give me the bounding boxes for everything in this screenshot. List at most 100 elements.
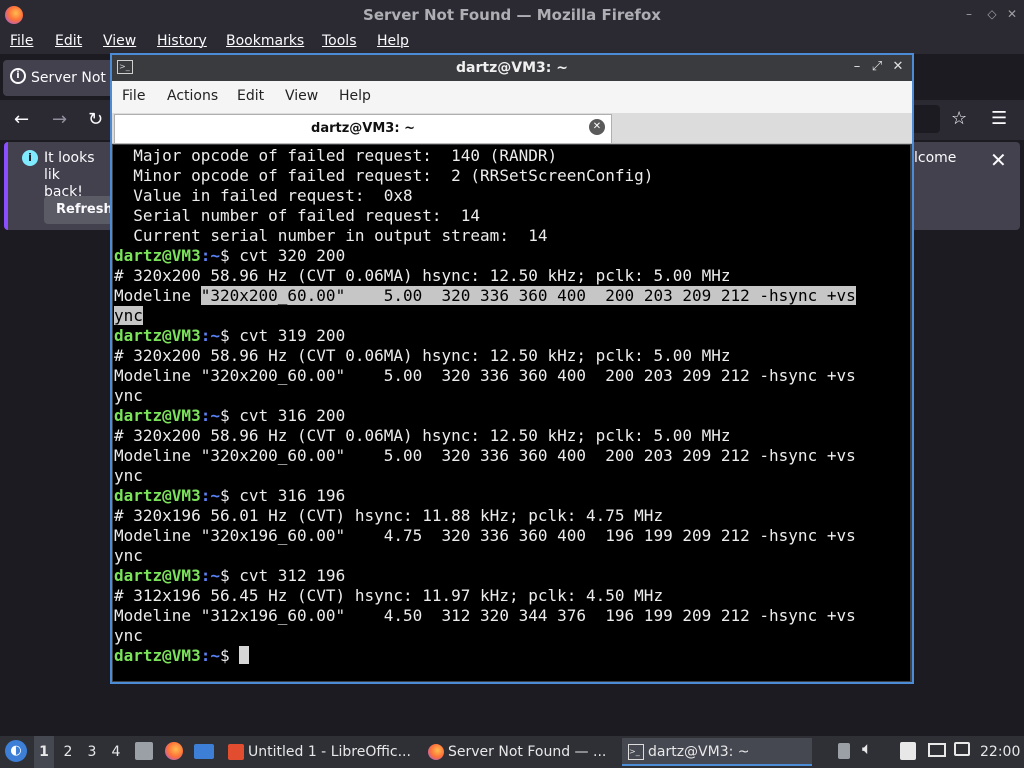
- task-firefox[interactable]: Server Not Found — ...: [424, 738, 616, 766]
- prompt-path: :~: [200, 486, 220, 505]
- terminal-line: Modeline "312x196_60.00" 4.50 312 320 34…: [114, 606, 910, 626]
- terminal-line: # 320x196 56.01 Hz (CVT) hsync: 11.88 kH…: [114, 506, 910, 526]
- maximize-icon[interactable]: ◇: [985, 7, 999, 21]
- output-text: Major opcode of failed request: 140 (RAN…: [114, 146, 558, 165]
- output-text: Modeline "320x196_60.00" 4.75 320 336 36…: [114, 526, 856, 545]
- prompt-user: dartz@VM3: [114, 646, 201, 665]
- text-cursor: [239, 646, 250, 664]
- terminal-line: ync: [114, 306, 910, 326]
- firefox-titlebar: Server Not Found — Mozilla Firefox: [0, 0, 1024, 30]
- network-icon[interactable]: [928, 743, 946, 757]
- output-text: Minor opcode of failed request: 2 (RRSet…: [114, 166, 654, 185]
- output-text: Modeline "320x200_60.00" 5.00 320 336 36…: [114, 366, 856, 385]
- terminal-menu-view[interactable]: View: [285, 88, 318, 104]
- firefox-menu-edit[interactable]: Edit: [55, 33, 82, 49]
- command-text: cvt 312 196: [239, 566, 346, 585]
- command-text: cvt 319 200: [239, 326, 346, 345]
- back-icon[interactable]: ←: [14, 110, 29, 130]
- output-text: ync: [114, 626, 143, 645]
- prompt-user: dartz@VM3: [114, 406, 201, 425]
- firefox-menu-tools[interactable]: Tools: [322, 33, 357, 49]
- minimize-icon[interactable]: –: [962, 7, 976, 21]
- firefox-window-title: Server Not Found — Mozilla Firefox: [363, 6, 661, 24]
- task-firefox-label: Server Not Found — ...: [448, 744, 607, 760]
- forward-icon[interactable]: →: [52, 110, 67, 130]
- output-text: ync: [114, 466, 143, 485]
- selected-text: "320x200_60.00" 5.00 320 336 360 400 200…: [200, 286, 856, 305]
- workspace-3[interactable]: 3: [82, 736, 102, 768]
- prompt-symbol: $: [219, 566, 240, 585]
- output-text: ync: [114, 386, 143, 405]
- output-text: ync: [114, 546, 143, 565]
- terminal-menu-help[interactable]: Help: [339, 88, 371, 104]
- firefox-menu-view[interactable]: View: [103, 33, 136, 49]
- tab-close-icon[interactable]: ✕: [589, 119, 605, 135]
- terminal-line: dartz@VM3:~$ cvt 312 196: [114, 566, 910, 586]
- firefox-menu-history[interactable]: History: [157, 33, 207, 49]
- terminal-menubar: File Actions Edit View Help: [112, 81, 912, 113]
- info-icon: i: [22, 150, 38, 166]
- close-icon[interactable]: ✕: [1005, 7, 1019, 21]
- command-text: cvt 316 200: [239, 406, 346, 425]
- firefox-logo-icon: [5, 6, 23, 24]
- terminal-line: # 320x200 58.96 Hz (CVT 0.06MA) hsync: 1…: [114, 266, 910, 286]
- start-menu-icon[interactable]: ◐: [5, 740, 27, 762]
- workspace-2[interactable]: 2: [58, 736, 78, 768]
- minimize-icon[interactable]: –: [850, 59, 864, 75]
- notification-text-line1: It looks lik: [44, 150, 95, 183]
- updates-icon[interactable]: [954, 742, 970, 756]
- firefox-menu-bookmarks[interactable]: Bookmarks: [226, 33, 304, 49]
- task-terminal[interactable]: dartz@VM3: ~: [624, 738, 812, 766]
- bookmark-star-icon[interactable]: ☆: [951, 109, 967, 129]
- output-text: # 312x196 56.45 Hz (CVT) hsync: 11.97 kH…: [114, 586, 664, 605]
- command-text: cvt 316 196: [239, 486, 346, 505]
- volume-icon[interactable]: 🔈︎: [862, 739, 872, 759]
- output-text: Current serial number in output stream: …: [114, 226, 548, 245]
- terminal-line: Modeline "320x200_60.00" 5.00 320 336 36…: [114, 286, 910, 306]
- output-text: Modeline "320x200_60.00" 5.00 320 336 36…: [114, 446, 856, 465]
- notification-text: It looks lik back!: [44, 150, 114, 201]
- terminal-output: Major opcode of failed request: 140 (RAN…: [114, 146, 910, 666]
- terminal-line: Current serial number in output stream: …: [114, 226, 910, 246]
- firefox-menu-help[interactable]: Help: [377, 33, 409, 49]
- terminal-line: ync: [114, 466, 910, 486]
- terminal-line: Modeline "320x200_60.00" 5.00 320 336 36…: [114, 366, 910, 386]
- notes-icon[interactable]: [900, 742, 916, 760]
- terminal-menu-file[interactable]: File: [122, 88, 145, 104]
- prompt-symbol: $: [219, 406, 240, 425]
- firefox-menu-file[interactable]: File: [10, 33, 33, 49]
- info-icon: i: [10, 68, 26, 84]
- terminal-line: Modeline "320x200_60.00" 5.00 320 336 36…: [114, 446, 910, 466]
- workspace-4[interactable]: 4: [106, 736, 126, 768]
- firefox-launcher-icon[interactable]: [165, 742, 183, 760]
- terminal-menu-actions[interactable]: Actions: [167, 88, 218, 104]
- output-text: Modeline: [114, 286, 201, 305]
- terminal-line: Serial number of failed request: 14: [114, 206, 910, 226]
- terminal-line: Modeline "320x196_60.00" 4.75 320 336 36…: [114, 526, 910, 546]
- file-manager-icon[interactable]: [135, 742, 153, 760]
- terminal-tab-title: dartz@VM3: ~: [311, 121, 415, 136]
- task-terminal-label: dartz@VM3: ~: [648, 744, 750, 760]
- terminal-menu-edit[interactable]: Edit: [237, 88, 264, 104]
- hamburger-menu-icon[interactable]: ☰: [991, 109, 1007, 129]
- output-text: Modeline "312x196_60.00" 4.50 312 320 34…: [114, 606, 856, 625]
- terminal-tab[interactable]: dartz@VM3: ~: [114, 114, 612, 143]
- terminal-icon: >_: [117, 60, 133, 74]
- task-libreoffice[interactable]: Untitled 1 - LibreOffic...: [224, 738, 416, 766]
- output-text: Serial number of failed request: 14: [114, 206, 481, 225]
- prompt-path: :~: [200, 246, 220, 265]
- prompt-user: dartz@VM3: [114, 326, 201, 345]
- firefox-menubar: File Edit View History Bookmarks Tools H…: [0, 30, 1024, 54]
- terminal-line: Value in failed request: 0x8: [114, 186, 910, 206]
- workspace-1[interactable]: 1: [34, 736, 54, 768]
- clock[interactable]: 22:00: [980, 736, 1020, 768]
- close-icon[interactable]: ✕: [990, 148, 1007, 172]
- maximize-icon[interactable]: ⤢: [870, 59, 884, 75]
- clipboard-icon[interactable]: [838, 743, 850, 759]
- terminal-window-title: dartz@VM3: ~: [456, 60, 568, 76]
- reload-icon[interactable]: ↻: [88, 110, 103, 130]
- terminal-line: # 320x200 58.96 Hz (CVT 0.06MA) hsync: 1…: [114, 426, 910, 446]
- terminal-titlebar: dartz@VM3: ~: [112, 55, 912, 81]
- show-desktop-icon[interactable]: [194, 744, 214, 759]
- close-icon[interactable]: ✕: [891, 59, 905, 75]
